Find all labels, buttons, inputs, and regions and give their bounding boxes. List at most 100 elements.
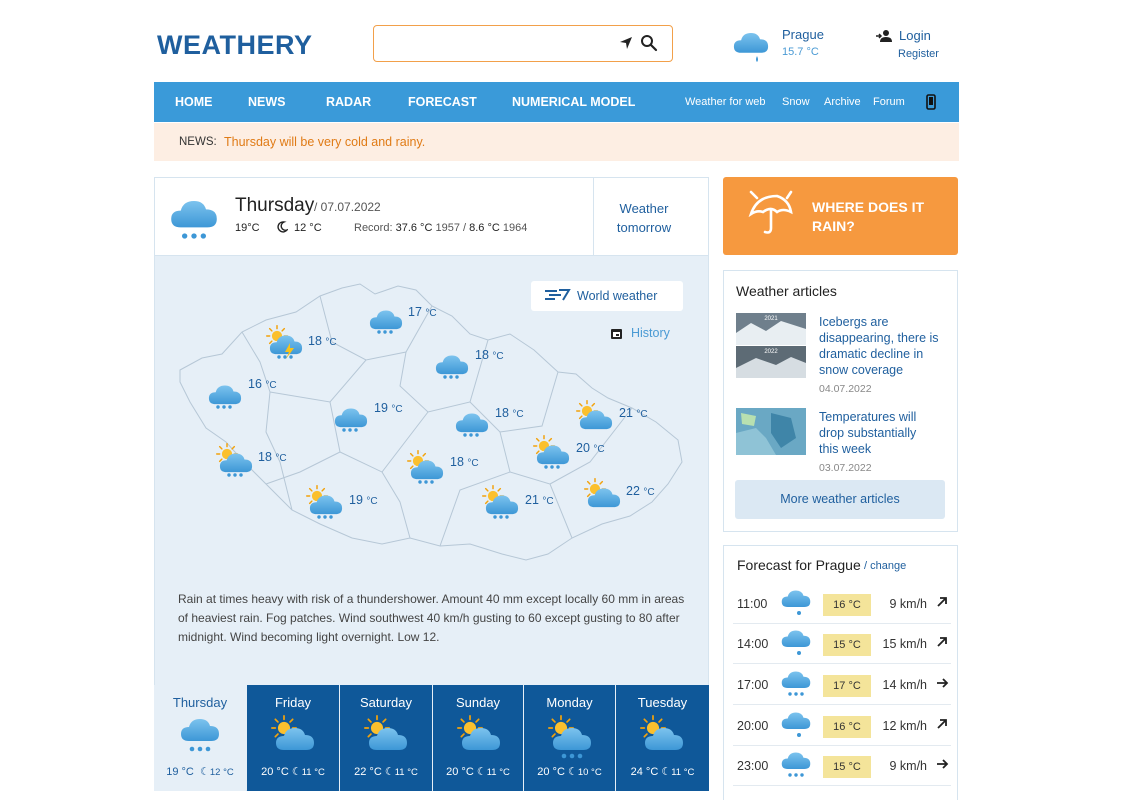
article-thumbnail-temperature-map[interactable] bbox=[736, 408, 806, 455]
map-temperature-value: 19 bbox=[374, 401, 388, 415]
record-low: 8.6 °C bbox=[469, 222, 500, 234]
day-tile-thursday[interactable]: Thursday 19 °C ☾12 °C bbox=[154, 685, 246, 791]
calendar-icon bbox=[611, 328, 622, 339]
nav-forum[interactable]: Forum bbox=[873, 96, 905, 108]
map-temperature-unit: °C bbox=[643, 487, 655, 498]
day-tile-saturday[interactable]: Saturday 22 °C ☾11 °C bbox=[340, 685, 432, 791]
day-low: 11 °C bbox=[301, 767, 325, 778]
rain-cloud-icon bbox=[781, 590, 811, 615]
day-name: Tuesday bbox=[637, 695, 688, 710]
today-date: / 07.07.2022 bbox=[314, 200, 381, 214]
map-temperature[interactable]: 21 °C bbox=[619, 406, 648, 420]
map-temperature[interactable]: 20 °C bbox=[576, 441, 605, 455]
today-day: Thursday bbox=[235, 195, 315, 216]
moon-icon: ☾ bbox=[661, 766, 672, 778]
ne-arrow-icon bbox=[937, 637, 947, 647]
map-temperature[interactable]: 19 °C bbox=[374, 401, 403, 415]
history-link[interactable]: History bbox=[610, 326, 670, 340]
register-link[interactable]: Register bbox=[898, 48, 939, 60]
thumb-year-2022: 2022 bbox=[764, 349, 778, 355]
forecast-temp: 16 °C bbox=[823, 716, 871, 738]
map-temperature-unit: °C bbox=[636, 409, 648, 420]
header-divider bbox=[593, 178, 594, 256]
map-temperature-value: 16 bbox=[248, 377, 262, 391]
day-high: 20 °C bbox=[537, 766, 565, 778]
map-temperature-unit: °C bbox=[593, 444, 605, 455]
day-name: Monday bbox=[546, 695, 593, 710]
nav-home[interactable]: HOME bbox=[175, 95, 213, 109]
article-thumbnail-icebergs[interactable]: 2021 2022 bbox=[736, 313, 806, 378]
rain-cloud-icon bbox=[781, 671, 811, 696]
sun-rain-icon bbox=[482, 485, 519, 519]
forecast-wind: 14 km/h bbox=[882, 678, 927, 692]
search-input[interactable] bbox=[373, 25, 673, 62]
nav-forecast[interactable]: FORECAST bbox=[408, 95, 477, 109]
news-text[interactable]: Thursday will be very cold and rainy. bbox=[224, 135, 425, 149]
article-date-1: 04.07.2022 bbox=[819, 383, 872, 395]
map-temperature[interactable]: 18 °C bbox=[475, 348, 504, 362]
weather-tomorrow-link[interactable]: Weather tomorrow bbox=[605, 199, 683, 237]
location-arrow-icon[interactable] bbox=[618, 35, 634, 51]
day-high: 20 °C bbox=[261, 766, 289, 778]
sun-rain-icon bbox=[216, 443, 253, 477]
day-tile-friday[interactable]: Friday 20 °C ☾11 °C bbox=[247, 685, 339, 791]
mobile-phone-icon[interactable] bbox=[926, 94, 936, 110]
nav-radar[interactable]: RADAR bbox=[326, 95, 371, 109]
e-arrow-icon bbox=[937, 759, 949, 769]
map-temperature-unit: °C bbox=[492, 351, 504, 362]
map-temperature[interactable]: 18 °C bbox=[258, 450, 287, 464]
moon-icon: ☾ bbox=[476, 766, 487, 778]
map-temperature-value: 21 bbox=[619, 406, 633, 420]
map-temperature-value: 20 bbox=[576, 441, 590, 455]
map-temperature[interactable]: 19 °C bbox=[349, 493, 378, 507]
rain-cloud-icon bbox=[435, 355, 469, 379]
world-weather-label: World weather bbox=[577, 289, 658, 303]
nav-snow[interactable]: Snow bbox=[782, 96, 810, 108]
map-temperature[interactable]: 18 °C bbox=[450, 455, 479, 469]
map-temperature[interactable]: 16 °C bbox=[248, 377, 277, 391]
map-temperature[interactable]: 22 °C bbox=[626, 484, 655, 498]
map-temperature[interactable]: 17 °C bbox=[408, 305, 437, 319]
world-weather-icon bbox=[545, 289, 571, 301]
where-does-it-rain-button[interactable]: WHERE DOES IT RAIN? bbox=[723, 177, 958, 255]
partly-cloudy-icon bbox=[364, 715, 407, 750]
day-name: Sunday bbox=[455, 695, 501, 710]
weather-description: Rain at times heavy with risk of a thund… bbox=[178, 592, 685, 644]
login-link[interactable]: Login bbox=[875, 28, 931, 43]
rain-cloud-icon bbox=[781, 712, 811, 737]
day-tiles: Thursday 19 °C ☾12 °C Friday 20 °C ☾11 °… bbox=[154, 685, 709, 791]
world-weather-button[interactable]: World weather bbox=[531, 281, 683, 311]
article-title-1[interactable]: Icebergs are disappearing, there is dram… bbox=[819, 314, 939, 378]
map-temperature-value: 18 bbox=[450, 455, 464, 469]
map-temperature[interactable]: 18 °C bbox=[495, 406, 524, 420]
nav-archive[interactable]: Archive bbox=[824, 96, 861, 108]
nav-news[interactable]: NEWS bbox=[248, 95, 286, 109]
forecast-temp: 17 °C bbox=[823, 675, 871, 697]
map-temperature[interactable]: 21 °C bbox=[525, 493, 554, 507]
header-city[interactable]: Prague bbox=[782, 27, 824, 42]
day-high: 24 °C bbox=[630, 766, 659, 778]
forecast-change-link[interactable]: / change bbox=[864, 560, 906, 572]
day-tile-monday[interactable]: Monday 20 °C ☾10 °C bbox=[524, 685, 615, 791]
forecast-wind: 15 km/h bbox=[882, 637, 927, 651]
nav-weather-for-web[interactable]: Weather for web bbox=[685, 96, 766, 108]
nav-numerical-model[interactable]: NUMERICAL MODEL bbox=[512, 95, 635, 109]
article-title-2[interactable]: Temperatures will drop substantially thi… bbox=[819, 409, 939, 457]
partly-cloudy-icon bbox=[576, 400, 613, 430]
map-temperature-unit: °C bbox=[275, 453, 287, 464]
header-city-temp: 15.7 °C bbox=[782, 46, 819, 58]
site-logo[interactable]: WEATHERY bbox=[157, 30, 313, 61]
article-date-2: 03.07.2022 bbox=[819, 462, 872, 474]
more-articles-button[interactable]: More weather articles bbox=[735, 480, 945, 519]
day-high: 19 °C bbox=[166, 766, 194, 778]
forecast-title: Forecast for Prague bbox=[737, 557, 861, 573]
day-tile-sunday[interactable]: Sunday 20 °C ☾11 °C bbox=[433, 685, 523, 791]
forecast-time: 23:00 bbox=[737, 759, 769, 773]
forecast-row: 11:00 16 °C 9 km/h bbox=[733, 584, 951, 624]
forecast-time: 14:00 bbox=[737, 637, 769, 651]
search-icon[interactable] bbox=[640, 34, 658, 52]
day-tile-tuesday[interactable]: Tuesday 24 °C ☾11 °C bbox=[616, 685, 709, 791]
record-info: Record: 37.6 °C 1957 / 8.6 °C 1964 bbox=[354, 222, 527, 234]
record-label: Record: bbox=[354, 222, 393, 234]
map-temperature[interactable]: 18 °C bbox=[308, 334, 337, 348]
